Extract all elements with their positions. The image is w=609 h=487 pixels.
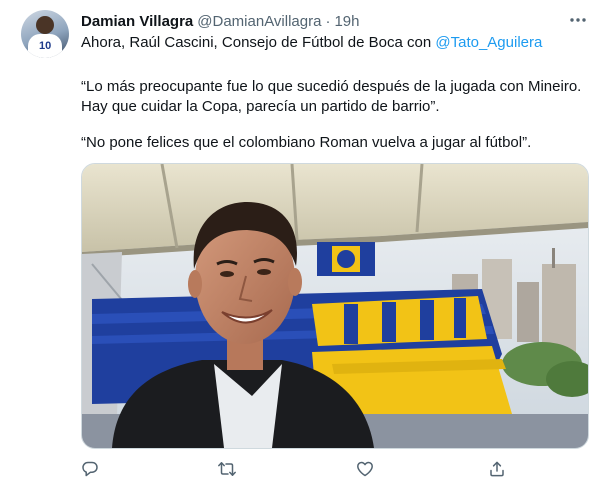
- tweet-photo[interactable]: [81, 163, 589, 449]
- tweet-time[interactable]: 19h: [334, 13, 359, 30]
- quote-2: “No pone felices que el colombiano Roman…: [81, 134, 532, 151]
- avatar-head: [36, 16, 54, 34]
- mention-link[interactable]: @Tato_Aguilera: [435, 34, 542, 51]
- avatar[interactable]: 10: [21, 10, 69, 58]
- tweet-text-line-1: Ahora, Raúl Cascini, Consejo de Fútbol d…: [81, 33, 542, 53]
- quote-1-line-2: Hay que cuidar la Copa, parecía un parti…: [81, 98, 440, 115]
- like-icon[interactable]: [354, 458, 376, 480]
- tweet[interactable]: 10 Damian Villagra @DamianAvillagra · 19…: [0, 0, 609, 487]
- author-handle[interactable]: @DamianAvillagra: [197, 13, 321, 30]
- tweet-header: Damian Villagra @DamianAvillagra · 19h: [81, 11, 359, 31]
- share-icon[interactable]: [486, 458, 508, 480]
- avatar-shirt-number: 10: [39, 40, 52, 52]
- author-name[interactable]: Damian Villagra: [81, 13, 193, 30]
- reply-icon[interactable]: [79, 458, 101, 480]
- separator-dot: ·: [325, 12, 331, 30]
- quote-1-line-1: “Lo más preocupante fue lo que sucedió d…: [81, 78, 582, 95]
- tweet-text-intro: Ahora, Raúl Cascini, Consejo de Fútbol d…: [81, 34, 436, 51]
- action-bar: [0, 458, 609, 480]
- retweet-icon[interactable]: [216, 458, 238, 480]
- more-horizontal-icon[interactable]: [566, 9, 590, 31]
